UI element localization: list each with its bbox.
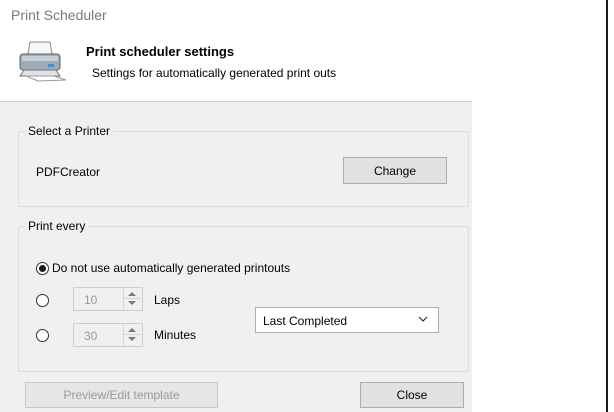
close-button[interactable]: Close [360, 382, 464, 408]
radio-minutes[interactable] [36, 329, 49, 342]
select-printer-label: Select a Printer [25, 124, 114, 138]
radio-laps[interactable] [36, 294, 49, 307]
chevron-down-icon[interactable] [128, 337, 136, 341]
minutes-value: 30 [84, 329, 98, 343]
preview-edit-template-button[interactable]: Preview/Edit template [25, 382, 218, 408]
laps-stepper-arrows[interactable] [123, 288, 142, 310]
window-title: Print Scheduler [11, 7, 107, 23]
chevron-up-icon[interactable] [128, 328, 136, 332]
minutes-label: Minutes [154, 328, 197, 342]
minutes-stepper[interactable]: 30 [73, 323, 143, 347]
chevron-down-icon[interactable] [128, 301, 136, 305]
minutes-stepper-arrows[interactable] [123, 324, 142, 346]
laps-label: Laps [154, 293, 181, 307]
printer-icon [16, 40, 70, 82]
printer-name: PDFCreator [36, 165, 101, 179]
header-title: Print scheduler settings [86, 44, 235, 59]
chevron-up-icon[interactable] [128, 292, 136, 296]
print-scheduler-window: Print Scheduler Print scheduler settings… [0, 0, 608, 412]
dialog-body: Select a Printer PDFCreator Change Print… [0, 102, 472, 412]
chevron-down-icon [418, 316, 428, 322]
radio-no-auto-printouts[interactable] [36, 262, 49, 275]
dialog-header: Print scheduler settings Settings for au… [0, 30, 606, 102]
header-subtitle: Settings for automatically generated pri… [92, 66, 337, 80]
laps-stepper[interactable]: 10 [73, 287, 143, 311]
laps-value: 10 [84, 293, 98, 307]
change-printer-button[interactable]: Change [343, 157, 447, 184]
mode-select-value: Last Completed [263, 314, 348, 328]
title-bar: Print Scheduler [0, 0, 606, 30]
print-every-label: Print every [25, 219, 89, 233]
mode-select[interactable]: Last Completed [255, 307, 439, 333]
no-auto-printouts-label: Do not use automatically generated print… [52, 261, 291, 275]
